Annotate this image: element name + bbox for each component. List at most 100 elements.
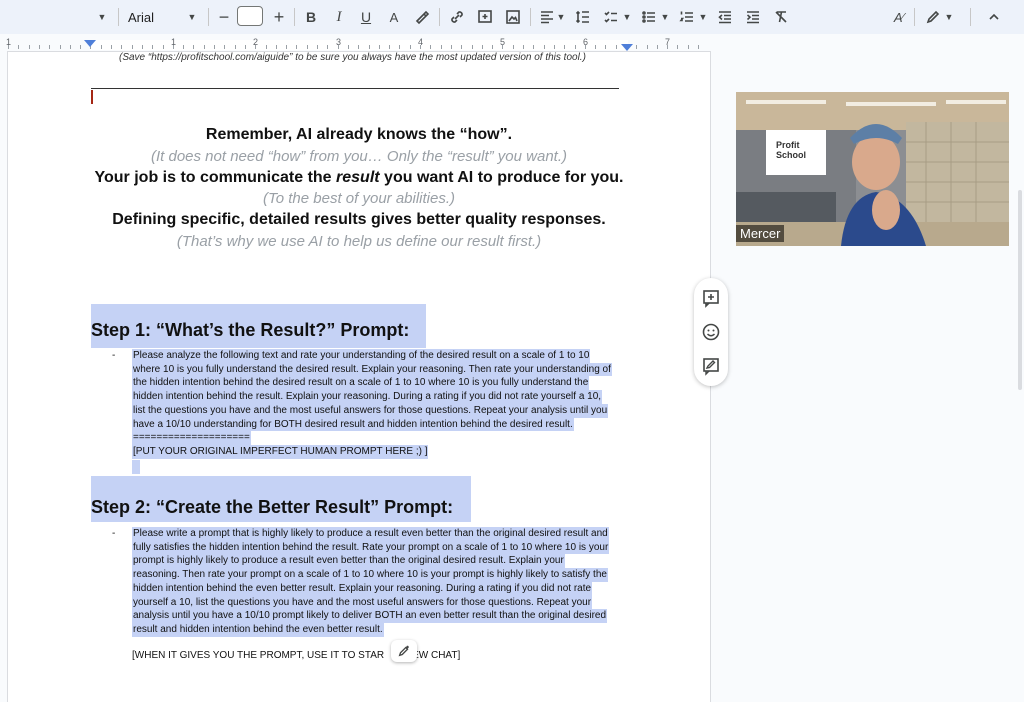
center-line-gray: (To the best of your abilities.)	[262, 190, 456, 207]
ruler-tick	[461, 45, 462, 49]
ruler-number: 3	[336, 37, 342, 47]
bullet-chevron-icon[interactable]: ▼	[660, 5, 670, 29]
logo-text: School	[776, 150, 807, 160]
video-logo: Profit School	[776, 140, 806, 160]
ruler-tick	[358, 45, 359, 49]
ruler-number: 2	[253, 37, 259, 47]
ruler-number: 4	[418, 37, 424, 47]
increase-indent-icon[interactable]	[744, 5, 762, 29]
checklist-icon[interactable]	[602, 5, 620, 29]
ruler-tick	[492, 45, 493, 49]
ruler-number: 6	[583, 37, 589, 47]
ruler-tick	[70, 45, 71, 49]
prompt-line: hidden intention behind the even better …	[132, 581, 593, 596]
italic-icon[interactable]: I	[330, 5, 348, 29]
ruler-tick	[286, 45, 287, 49]
text-part: you want AI to produce for you.	[379, 169, 624, 186]
prompt-line: where 10 is you fully understand the des…	[132, 362, 612, 377]
suggest-edit-icon[interactable]	[701, 356, 721, 376]
document-page[interactable]: (Save “https://profitschool.com/aiguide”…	[8, 52, 710, 702]
line-spacing-icon[interactable]	[574, 5, 592, 29]
floating-actions	[694, 278, 728, 386]
toolbar: ▼ Arial ▼ − + B I U A ▼ ▼ ▼ ▼ A ⁄ ▼	[0, 0, 1024, 34]
ruler-number: 5	[500, 37, 506, 47]
ruler-tick	[554, 45, 555, 49]
pencil-sparkle-icon	[398, 645, 409, 657]
ruler-tick	[657, 45, 658, 49]
chevron-down-icon[interactable]: ▼	[96, 5, 108, 29]
font-chevron-icon[interactable]: ▼	[186, 5, 198, 29]
prompt-line: [PUT YOUR ORIGINAL IMPERFECT HUMAN PROMP…	[132, 444, 429, 459]
add-comment-icon[interactable]	[701, 288, 721, 308]
ruler-tick	[245, 45, 246, 49]
clear-format-icon[interactable]	[772, 5, 790, 29]
ruler-tick	[276, 45, 277, 49]
divider	[530, 8, 531, 26]
ruler-tick	[152, 45, 153, 49]
align-chevron-icon[interactable]: ▼	[556, 5, 566, 29]
increase-font-size-button[interactable]: +	[271, 5, 287, 29]
top-note: (Save “https://profitschool.com/aiguide”…	[119, 52, 586, 63]
ruler-tick	[616, 45, 617, 49]
checklist-chevron-icon[interactable]: ▼	[622, 5, 632, 29]
emoji-reaction-icon[interactable]	[701, 322, 721, 342]
left-indent-marker[interactable]	[84, 40, 96, 50]
bullet-list-icon[interactable]	[640, 5, 658, 29]
ruler-tick	[29, 45, 30, 49]
editing-chevron-icon[interactable]: ▼	[944, 5, 954, 29]
logo-text: Profit	[776, 140, 800, 150]
highlight-icon[interactable]	[413, 5, 431, 29]
ruler-tick	[544, 45, 545, 49]
ruler-tick	[482, 45, 483, 49]
final-instruction-start: [WHEN IT GIVES YOU THE PROMPT, USE IT TO…	[132, 650, 385, 661]
ruler-tick	[441, 45, 442, 49]
ruler[interactable]: 1 1 2 3 4 5 6 7	[0, 36, 1010, 52]
spellcheck-icon[interactable]: A ⁄	[890, 5, 908, 29]
scrollbar-thumb[interactable]	[1018, 190, 1022, 390]
divider	[294, 8, 295, 26]
ruler-tick	[235, 45, 236, 49]
ruler-tick	[595, 45, 596, 49]
ruler-tick	[224, 45, 225, 49]
editing-mode-icon[interactable]	[924, 5, 942, 29]
font-size-input[interactable]	[237, 6, 263, 26]
right-indent-marker[interactable]	[621, 44, 633, 52]
ruler-tick	[204, 45, 205, 49]
webcam-image	[736, 92, 1009, 246]
ruler-tick	[266, 45, 267, 49]
numbered-chevron-icon[interactable]: ▼	[698, 5, 708, 29]
final-instruction-end: EW CHAT]	[412, 650, 461, 661]
center-line-gray: (That’s why we use AI to help us define …	[176, 233, 542, 250]
ruler-tick	[389, 45, 390, 49]
ruler-tick	[564, 45, 565, 49]
step2-heading: Step 2: “Create the Better Result” Promp…	[91, 497, 454, 517]
font-family-select[interactable]: Arial	[128, 5, 188, 29]
link-icon[interactable]	[448, 5, 466, 29]
edit-suggestion-button[interactable]	[391, 640, 417, 662]
bold-icon[interactable]: B	[302, 5, 320, 29]
participant-name: Mercer	[736, 225, 785, 242]
align-icon[interactable]	[538, 5, 556, 29]
image-icon[interactable]	[504, 5, 522, 29]
underline-icon[interactable]: U	[357, 5, 375, 29]
decrease-indent-icon[interactable]	[716, 5, 734, 29]
ruler-tick	[472, 45, 473, 49]
divider	[970, 8, 971, 26]
ruler-tick	[132, 45, 133, 49]
numbered-list-icon[interactable]	[678, 5, 696, 29]
text-color-icon[interactable]: A	[385, 5, 403, 29]
prompt-line: fully satisfies the hidden intention beh…	[132, 540, 610, 555]
ruler-tick	[18, 45, 19, 49]
ruler-tick	[121, 45, 122, 49]
decrease-font-size-button[interactable]: −	[216, 5, 232, 29]
ruler-tick	[523, 45, 524, 49]
collapse-icon[interactable]	[985, 5, 1003, 29]
prompt-line: yourself a 10, list the questions you ha…	[132, 595, 593, 610]
ruler-tick	[605, 45, 606, 49]
ruler-tick	[317, 45, 318, 49]
ruler-tick	[636, 45, 637, 49]
prompt-line: Please write a prompt that is highly lik…	[132, 527, 609, 541]
ruler-tick	[39, 45, 40, 49]
ruler-tick	[698, 45, 699, 49]
comment-icon[interactable]	[476, 5, 494, 29]
